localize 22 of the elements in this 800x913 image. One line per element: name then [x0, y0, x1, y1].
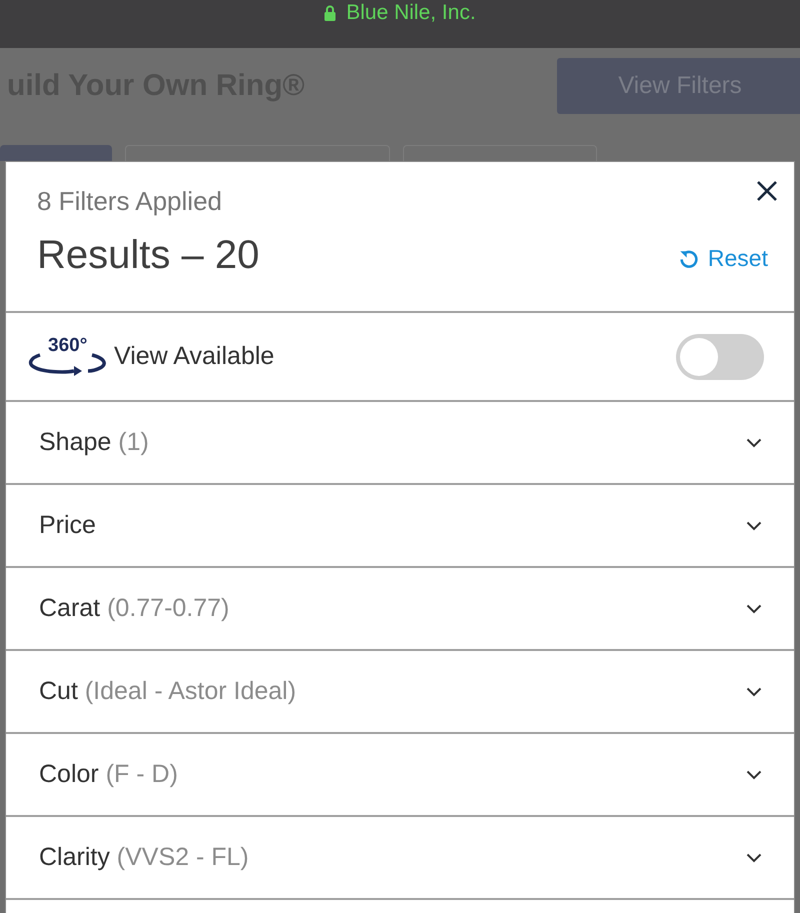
filter-row[interactable]: Color (F - D) — [6, 734, 794, 817]
lock-icon — [324, 5, 336, 21]
chevron-down-icon — [746, 686, 762, 696]
filters-applied-count: 8 Filters Applied — [37, 186, 223, 217]
site-name: Blue Nile, Inc. — [346, 2, 476, 24]
chevron-down-icon — [746, 852, 762, 862]
chevron-down-icon — [746, 770, 762, 780]
chevron-down-icon — [746, 520, 762, 530]
toggle-switch[interactable] — [676, 334, 764, 380]
chevron-down-icon — [746, 604, 762, 614]
results-count: Results – 20 — [37, 233, 260, 278]
close-icon[interactable] — [755, 179, 779, 203]
filter-row[interactable]: Cut (Ideal - Astor Ideal) — [6, 651, 794, 734]
tab[interactable] — [0, 145, 112, 161]
filter-row[interactable]: Clarity (VVS2 - FL) — [6, 817, 794, 900]
reset-icon — [678, 248, 700, 270]
toggle-label: View Available — [114, 342, 276, 371]
reset-button[interactable]: Reset — [678, 245, 768, 272]
filter-row[interactable]: Shape (1) — [6, 402, 794, 485]
chevron-down-icon — [746, 438, 762, 448]
filter-row[interactable]: Price — [6, 485, 794, 568]
filter-row[interactable]: Carat (0.77-0.77) — [6, 568, 794, 651]
